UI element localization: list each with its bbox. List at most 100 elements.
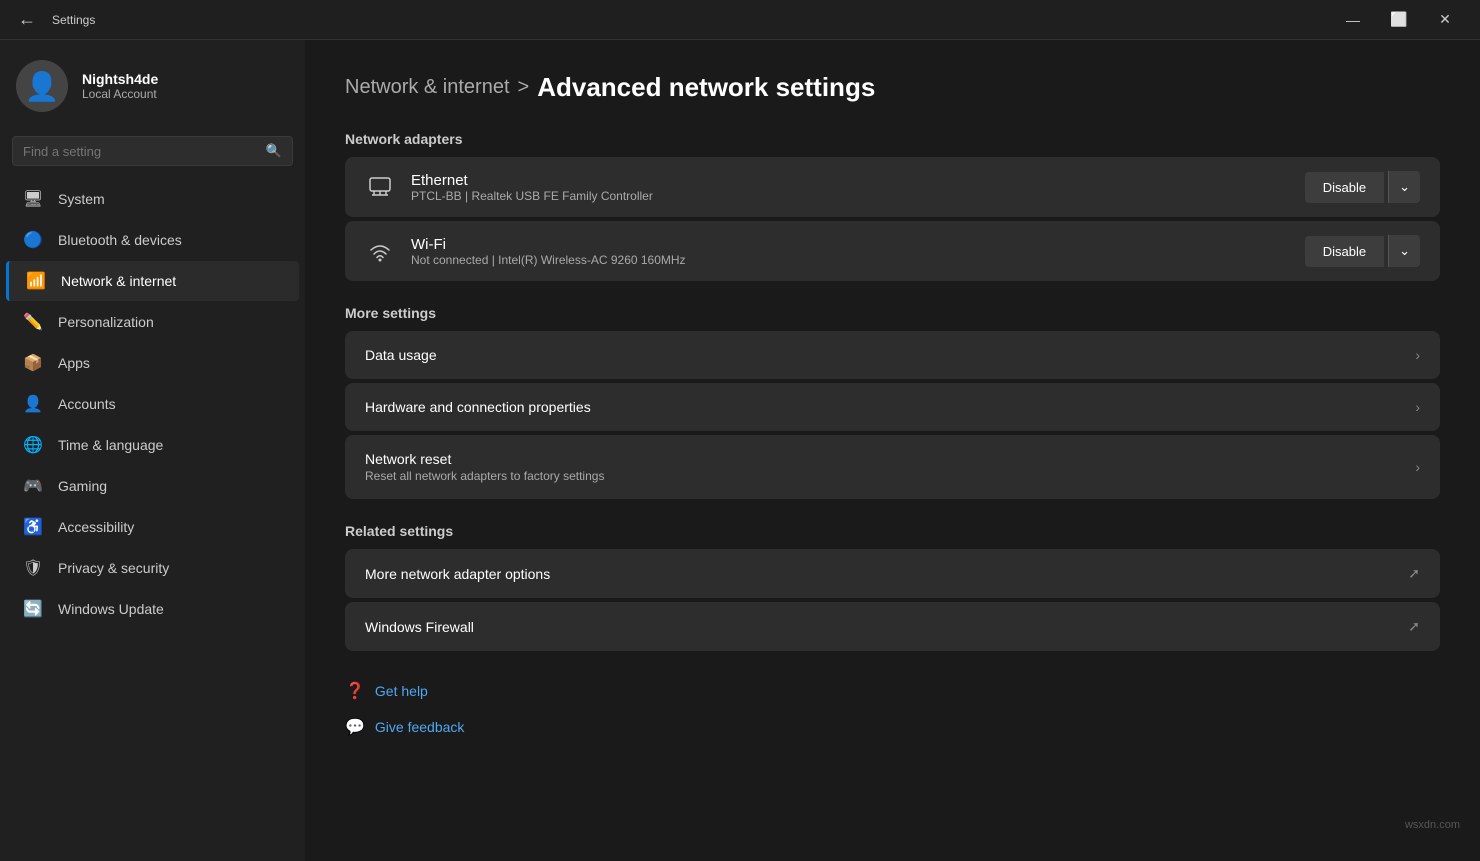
chevron-right-icon: › [1415, 399, 1420, 415]
search-container: 🔍 [0, 128, 305, 178]
sidebar-item-personalization[interactable]: ✏️ Personalization [6, 302, 299, 342]
ethernet-desc: PTCL-BB | Realtek USB FE Family Controll… [411, 189, 1289, 203]
data-usage-title: Data usage [365, 347, 1399, 363]
give-feedback-icon: 💬 [345, 717, 365, 737]
search-icon: 🔍 [266, 143, 282, 159]
more-network-adapter-title: More network adapter options [365, 566, 1392, 582]
apps-icon: 📦 [22, 353, 44, 373]
ethernet-icon [365, 176, 395, 198]
network-adapters-title: Network adapters [345, 131, 1440, 147]
user-name: Nightsh4de [82, 71, 158, 87]
ethernet-adapter: Ethernet PTCL-BB | Realtek USB FE Family… [345, 157, 1440, 217]
wifi-name: Wi-Fi [411, 236, 1289, 253]
related-settings-title: Related settings [345, 523, 1440, 539]
sidebar-item-network[interactable]: 📶 Network & internet [6, 261, 299, 301]
wifi-disable-button[interactable]: Disable [1305, 236, 1384, 267]
windows-firewall-row[interactable]: Windows Firewall ➚ [345, 602, 1440, 651]
content-area: Network & internet > Advanced network se… [305, 40, 1480, 861]
app-title: Settings [52, 13, 95, 27]
sidebar-item-accessibility[interactable]: ♿ Accessibility [6, 507, 299, 547]
give-feedback-label: Give feedback [375, 719, 465, 735]
breadcrumb-parent[interactable]: Network & internet [345, 76, 510, 99]
sidebar-item-label: Apps [58, 355, 90, 371]
hardware-properties-row[interactable]: Hardware and connection properties › [345, 383, 1440, 431]
data-usage-row[interactable]: Data usage › [345, 331, 1440, 379]
chevron-right-icon: › [1415, 459, 1420, 475]
wifi-adapter: Wi-Fi Not connected | Intel(R) Wireless-… [345, 221, 1440, 281]
external-link-icon: ➚ [1408, 565, 1420, 582]
wifi-expand-button[interactable]: ⌄ [1388, 235, 1420, 267]
give-feedback-link[interactable]: 💬 Give feedback [345, 711, 1440, 743]
breadcrumb-separator: > [518, 76, 530, 99]
sidebar-item-windows-update[interactable]: 🔄 Windows Update [6, 589, 299, 629]
get-help-label: Get help [375, 683, 428, 699]
sidebar-item-time[interactable]: 🌐 Time & language [6, 425, 299, 465]
windows-firewall-content: Windows Firewall [365, 619, 1392, 635]
user-profile: 👤 Nightsh4de Local Account [0, 40, 305, 128]
get-help-link[interactable]: ❓ Get help [345, 675, 1440, 707]
hardware-properties-content: Hardware and connection properties [365, 399, 1399, 415]
breadcrumb: Network & internet > Advanced network se… [345, 72, 1440, 103]
external-link-icon: ➚ [1408, 618, 1420, 635]
sidebar-item-label: Accessibility [58, 519, 134, 535]
more-network-adapter-content: More network adapter options [365, 566, 1392, 582]
user-info: Nightsh4de Local Account [82, 71, 158, 101]
sidebar-item-label: Windows Update [58, 601, 164, 617]
wifi-desc: Not connected | Intel(R) Wireless-AC 926… [411, 253, 1289, 267]
network-reset-content: Network reset Reset all network adapters… [365, 451, 1399, 483]
wifi-icon [365, 240, 395, 262]
maximize-button[interactable]: ⬜ [1376, 0, 1422, 40]
sidebar-item-system[interactable]: 🖥 System [6, 179, 299, 219]
get-help-icon: ❓ [345, 681, 365, 701]
time-icon: 🌐 [22, 435, 44, 455]
ethernet-expand-button[interactable]: ⌄ [1388, 171, 1420, 203]
privacy-icon: 🛡 [22, 558, 44, 578]
sidebar-item-label: Bluetooth & devices [58, 232, 182, 248]
sidebar-item-bluetooth[interactable]: 🔵 Bluetooth & devices [6, 220, 299, 260]
windows-firewall-title: Windows Firewall [365, 619, 1392, 635]
sidebar-item-apps[interactable]: 📦 Apps [6, 343, 299, 383]
wifi-adapter-card: Wi-Fi Not connected | Intel(R) Wireless-… [345, 221, 1440, 281]
ethernet-info: Ethernet PTCL-BB | Realtek USB FE Family… [411, 172, 1289, 203]
sidebar-item-label: System [58, 191, 105, 207]
personalization-icon: ✏️ [22, 312, 44, 332]
watermark: wsxdn.com [1405, 819, 1460, 831]
user-type: Local Account [82, 87, 158, 101]
more-network-adapter-row[interactable]: More network adapter options ➚ [345, 549, 1440, 598]
ethernet-controls: Disable ⌄ [1305, 171, 1420, 203]
network-reset-desc: Reset all network adapters to factory se… [365, 469, 1399, 483]
ethernet-adapter-card: Ethernet PTCL-BB | Realtek USB FE Family… [345, 157, 1440, 217]
app-container: 👤 Nightsh4de Local Account 🔍 🖥 System 🔵 … [0, 40, 1480, 861]
chevron-right-icon: › [1415, 347, 1420, 363]
close-button[interactable]: ✕ [1422, 0, 1468, 40]
sidebar: 👤 Nightsh4de Local Account 🔍 🖥 System 🔵 … [0, 40, 305, 861]
sidebar-item-label: Time & language [58, 437, 163, 453]
breadcrumb-current: Advanced network settings [537, 72, 875, 103]
data-usage-content: Data usage [365, 347, 1399, 363]
sidebar-item-privacy[interactable]: 🛡 Privacy & security [6, 548, 299, 588]
windows-update-icon: 🔄 [22, 599, 44, 619]
search-box: 🔍 [12, 136, 293, 166]
sidebar-item-gaming[interactable]: 🎮 Gaming [6, 466, 299, 506]
sidebar-item-label: Accounts [58, 396, 116, 412]
network-icon: 📶 [25, 271, 47, 291]
sidebar-item-label: Gaming [58, 478, 107, 494]
title-bar: ← Settings — ⬜ ✕ [0, 0, 1480, 40]
wifi-controls: Disable ⌄ [1305, 235, 1420, 267]
minimize-button[interactable]: — [1330, 0, 1376, 40]
system-icon: 🖥 [22, 189, 44, 209]
window-controls: — ⬜ ✕ [1330, 0, 1468, 40]
avatar: 👤 [16, 60, 68, 112]
sidebar-item-label: Privacy & security [58, 560, 169, 576]
more-settings-title: More settings [345, 305, 1440, 321]
sidebar-item-accounts[interactable]: 👤 Accounts [6, 384, 299, 424]
network-reset-title: Network reset [365, 451, 1399, 467]
wifi-info: Wi-Fi Not connected | Intel(R) Wireless-… [411, 236, 1289, 267]
search-input[interactable] [23, 144, 258, 159]
bottom-links: ❓ Get help 💬 Give feedback [345, 675, 1440, 743]
network-reset-row[interactable]: Network reset Reset all network adapters… [345, 435, 1440, 499]
avatar-icon: 👤 [25, 70, 60, 103]
back-button[interactable]: ← [12, 7, 42, 32]
title-bar-left: ← Settings [12, 7, 95, 32]
ethernet-disable-button[interactable]: Disable [1305, 172, 1384, 203]
